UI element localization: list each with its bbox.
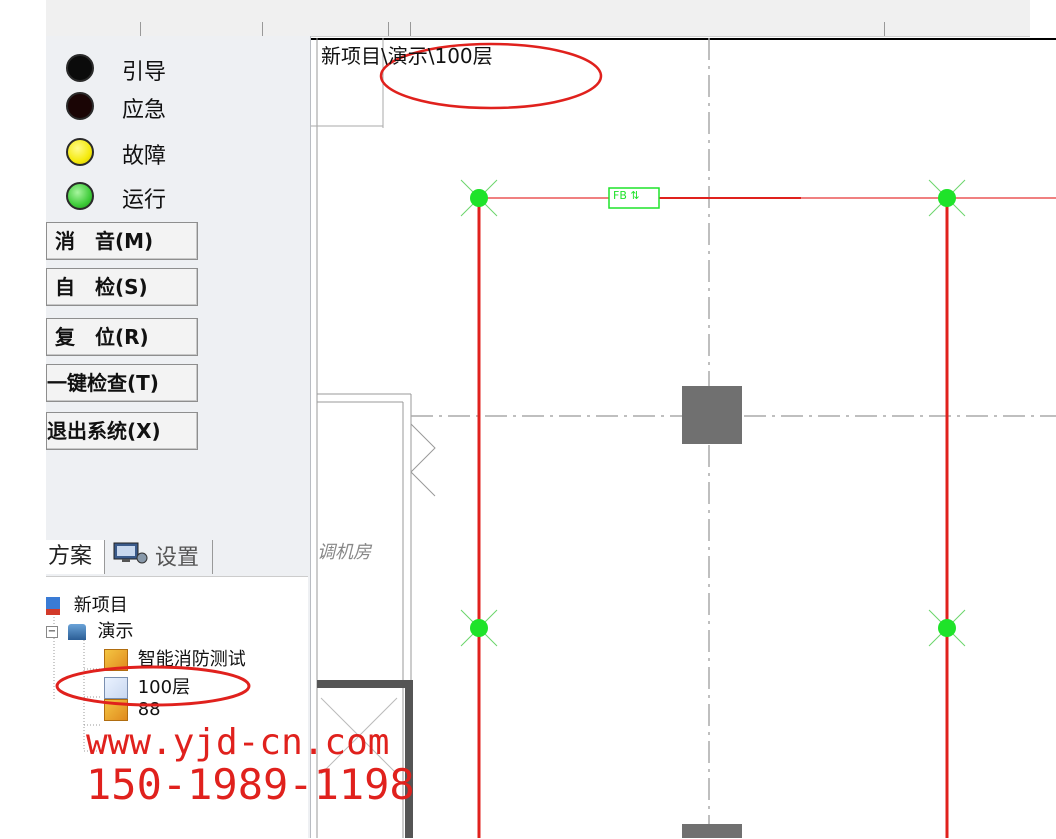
indicator-label: 引导 — [122, 60, 167, 85]
indicator-emergency: 应急 — [66, 90, 216, 123]
tree-root-label: 新项目 — [73, 595, 128, 616]
tree-root[interactable]: 新项目 — [46, 591, 128, 617]
detector-node-icon[interactable] — [470, 619, 488, 637]
detector-node-icon[interactable] — [938, 189, 956, 207]
mute-button[interactable]: 消 音(M) — [46, 222, 198, 260]
toolbar-separator — [140, 22, 141, 36]
settings-monitor-icon — [112, 540, 148, 577]
detector-node-icon[interactable] — [470, 189, 488, 207]
reset-button[interactable]: 复 位(R) — [46, 318, 198, 356]
one-key-check-button[interactable]: 一键检查(T) — [46, 364, 198, 402]
watermark-url: www.yjd-cn.com — [86, 722, 390, 763]
tab-label: 设置 — [155, 545, 200, 571]
tree-highlight-ellipse — [55, 665, 251, 707]
toolbar-separator — [262, 22, 263, 36]
tab-label: 方案 — [48, 544, 93, 569]
indicator-label: 应急 — [122, 98, 167, 123]
toolbar-separator — [884, 22, 885, 36]
emergency-led-icon — [66, 92, 94, 120]
watermark-phone: 150-1989-1198 — [86, 760, 415, 809]
indicator-fault: 故障 — [66, 136, 216, 169]
tab-plan[interactable]: 方案 — [46, 540, 105, 574]
indicator-label: 故障 — [122, 144, 167, 169]
exit-system-button[interactable]: 退出系统(X) — [46, 412, 198, 450]
toolbar-strip — [46, 0, 1030, 37]
indicator-running: 运行 — [66, 180, 216, 213]
toolbar-separator — [410, 22, 411, 36]
canvas-breadcrumb: 新项目\演示\100层 — [321, 44, 493, 68]
project-icon — [46, 597, 60, 615]
tree-node-demo[interactable]: − 演示 — [46, 617, 133, 643]
tree-node-label: 演示 — [97, 621, 134, 642]
room-label: 调机房 — [317, 542, 371, 563]
self-check-button[interactable]: 自 检(S) — [46, 268, 198, 306]
guide-led-icon — [66, 54, 94, 82]
floor-plan-canvas[interactable]: 新项目\演示\100层 调机房 FB ⇅ — [311, 38, 1056, 838]
tab-settings[interactable]: 设置 — [108, 540, 213, 574]
top-toolbar — [0, 0, 1056, 38]
building-icon — [67, 624, 86, 640]
floor-plan-drawing — [311, 38, 1056, 838]
running-led-icon — [66, 182, 94, 210]
indicator-guide: 引导 — [66, 52, 216, 85]
fault-led-icon — [66, 138, 94, 166]
tab-bar: 方案 设置 — [46, 534, 310, 574]
collapse-icon[interactable]: − — [46, 626, 58, 638]
control-panel: 引导 应急 故障 运行 消 音(M) 自 检(S) 复 位(R) 一键检查(T)… — [46, 36, 311, 839]
detector-node-icon[interactable] — [938, 619, 956, 637]
device-label: FB ⇅ — [613, 189, 640, 202]
indicator-label: 运行 — [122, 188, 167, 213]
toolbar-separator — [388, 22, 389, 36]
